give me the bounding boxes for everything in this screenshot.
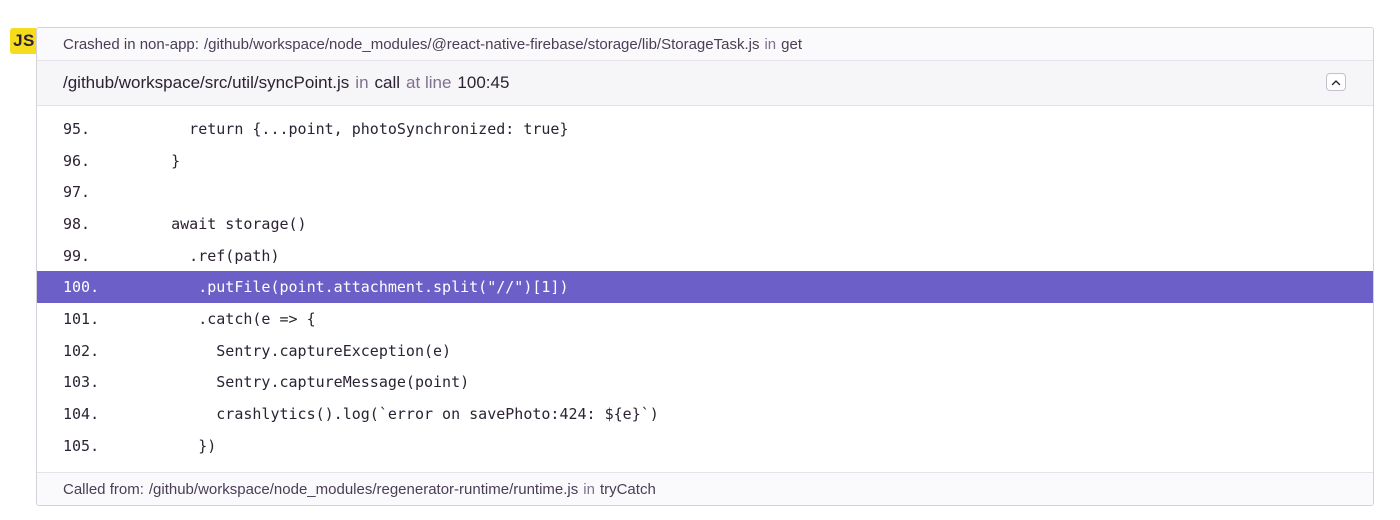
chevron-up-icon bbox=[1331, 79, 1341, 85]
line-number: 96. bbox=[63, 151, 91, 170]
line-code: .putFile(point.attachment.split("//")[1]… bbox=[135, 278, 569, 297]
code-line: 98. await storage() bbox=[37, 208, 1373, 240]
line-number: 101. bbox=[63, 309, 100, 328]
crashed-prefix: Crashed in non-app: bbox=[63, 35, 199, 53]
frame-at-line-label: at line bbox=[406, 73, 452, 92]
line-number: 99. bbox=[63, 246, 91, 265]
line-number: 104. bbox=[63, 405, 100, 424]
line-code: .catch(e => { bbox=[135, 309, 316, 328]
collapse-frame-button[interactable] bbox=[1326, 73, 1346, 91]
frame-location: 100:45 bbox=[457, 73, 510, 92]
javascript-platform-icon: JS bbox=[10, 28, 38, 54]
code-line: 97. bbox=[37, 176, 1373, 208]
line-number: 100. bbox=[63, 278, 100, 297]
crashed-in-non-app-row[interactable]: Crashed in non-app: /github/workspace/no… bbox=[37, 28, 1373, 61]
called-from-function: tryCatch bbox=[599, 480, 656, 498]
code-line: 99. .ref(path) bbox=[37, 240, 1373, 272]
line-number: 98. bbox=[63, 214, 91, 233]
line-code: } bbox=[135, 151, 181, 170]
line-code: }) bbox=[135, 436, 217, 455]
line-code: .ref(path) bbox=[135, 246, 280, 265]
frame-header[interactable]: /github/workspace/src/util/syncPoint.js … bbox=[37, 61, 1373, 106]
code-line: 101. .catch(e => { bbox=[37, 303, 1373, 335]
line-number: 95. bbox=[63, 119, 91, 138]
stack-frame-panel: Crashed in non-app: /github/workspace/no… bbox=[36, 27, 1374, 506]
code-line: 105. }) bbox=[37, 430, 1373, 462]
line-code: return {...point, photoSynchronized: tru… bbox=[135, 119, 569, 138]
code-line: 104. crashlytics().log(`error on savePho… bbox=[37, 398, 1373, 430]
code-context: 95. return {...point, photoSynchronized:… bbox=[37, 106, 1373, 472]
line-number: 103. bbox=[63, 373, 100, 392]
highlighted-code-line: 100. .putFile(point.attachment.split("//… bbox=[37, 271, 1373, 304]
line-number: 97. bbox=[63, 183, 91, 202]
called-from-prefix: Called from: bbox=[63, 480, 144, 498]
crashed-function: get bbox=[781, 35, 803, 53]
frame-function: call bbox=[374, 73, 401, 92]
line-number: 105. bbox=[63, 436, 100, 455]
line-code: Sentry.captureMessage(point) bbox=[135, 373, 470, 392]
called-from-path: /github/workspace/node_modules/regenerat… bbox=[148, 480, 579, 498]
line-code: await storage() bbox=[135, 214, 307, 233]
line-code: Sentry.captureException(e) bbox=[135, 341, 452, 360]
line-number: 102. bbox=[63, 341, 100, 360]
code-line: 103. Sentry.captureMessage(point) bbox=[37, 367, 1373, 399]
code-line: 96. } bbox=[37, 145, 1373, 177]
called-from-row[interactable]: Called from: /github/workspace/node_modu… bbox=[37, 472, 1373, 505]
frame-in-label: in bbox=[355, 73, 369, 92]
line-code: crashlytics().log(`error on savePhoto:42… bbox=[135, 405, 659, 424]
crashed-path: /github/workspace/node_modules/@react-na… bbox=[203, 35, 760, 53]
frame-file-path: /github/workspace/src/util/syncPoint.js bbox=[63, 73, 350, 92]
crashed-in-label: in bbox=[764, 35, 777, 53]
code-line: 102. Sentry.captureException(e) bbox=[37, 335, 1373, 367]
called-from-in-label: in bbox=[583, 480, 595, 498]
stack-trace-page: JS Crashed in non-app: /github/workspace… bbox=[0, 0, 1400, 520]
code-line: 95. return {...point, photoSynchronized:… bbox=[37, 113, 1373, 145]
